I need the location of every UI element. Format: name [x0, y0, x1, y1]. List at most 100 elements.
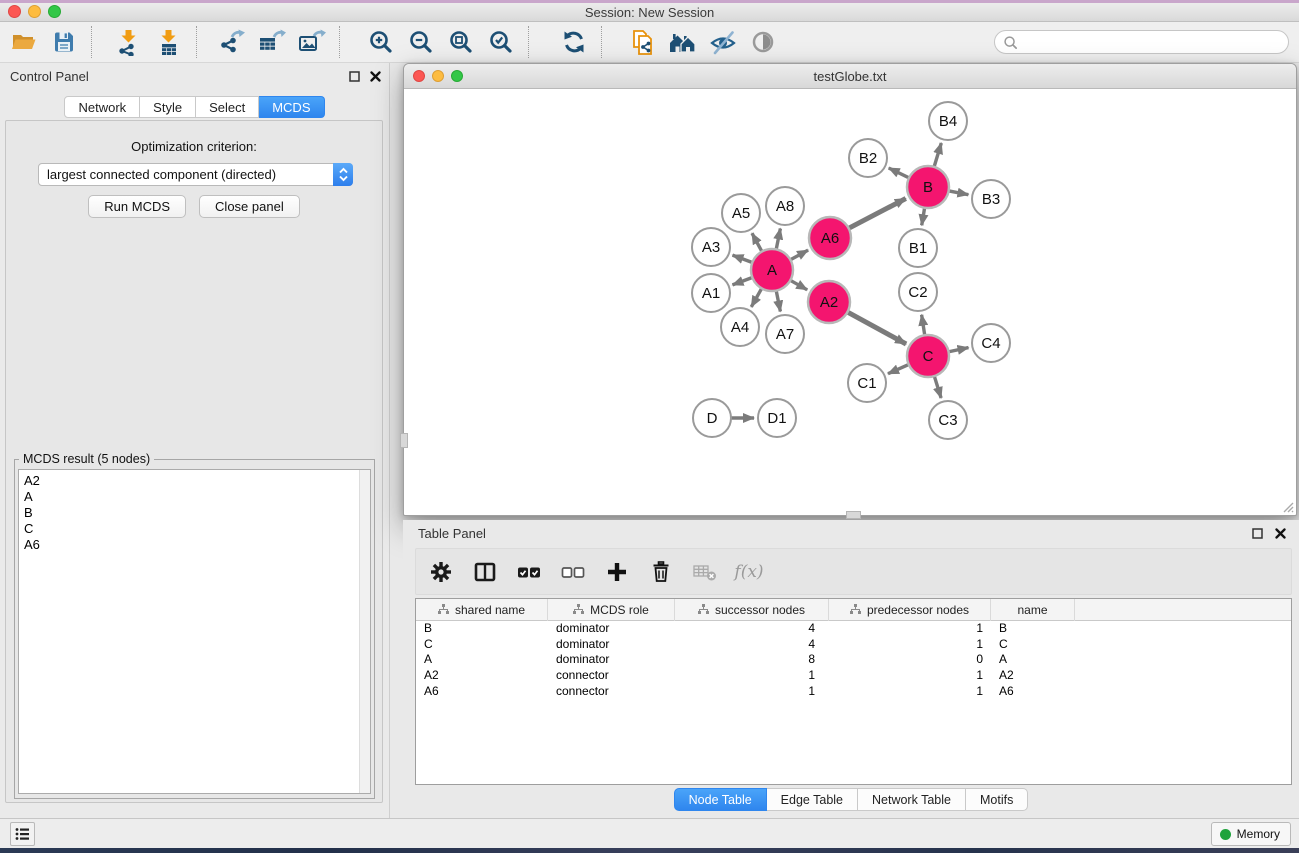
graph-edge-A-A3[interactable] [733, 255, 754, 263]
column-header-name[interactable]: name [991, 599, 1075, 621]
first-neighbors-icon[interactable] [663, 24, 703, 60]
search-input[interactable] [1018, 33, 1288, 51]
graph-node-A4[interactable]: A4 [721, 308, 759, 346]
graph-edge-B-B1[interactable] [922, 207, 925, 226]
save-session-icon[interactable] [44, 24, 84, 60]
graph-edge-A-A4[interactable] [751, 287, 762, 307]
table-row[interactable]: A2connector11A2 [416, 668, 1291, 684]
table-cell[interactable]: C [416, 637, 548, 653]
network-canvas[interactable]: B4B2BB3A5A8A6A3B1AA1C2A2A4A7C4CC1C3DD1 [404, 89, 1296, 509]
graph-edge-A-A5[interactable] [752, 233, 762, 252]
deselect-all-icon[interactable] [558, 555, 588, 589]
graph-edge-B-B2[interactable] [889, 168, 910, 178]
graph-edge-C-C2[interactable] [922, 315, 925, 337]
float-table-panel-icon[interactable] [1252, 528, 1263, 539]
mcds-result-item[interactable]: A [19, 489, 370, 505]
export-image-icon[interactable] [292, 24, 332, 60]
tab-node-table[interactable]: Node Table [674, 788, 767, 811]
import-network-icon[interactable] [109, 24, 149, 60]
graph-edge-B-B3[interactable] [948, 191, 969, 195]
graph-node-A7[interactable]: A7 [766, 315, 804, 353]
graph-node-B[interactable]: B [907, 166, 949, 208]
table-cell[interactable]: A [416, 652, 548, 668]
table-cell[interactable]: 1 [829, 684, 991, 700]
table-cell[interactable]: connector [548, 668, 675, 684]
table-cell[interactable]: A6 [991, 684, 1075, 700]
graph-edge-C-C4[interactable] [948, 348, 969, 352]
refresh-layout-icon[interactable] [554, 24, 594, 60]
zoom-in-icon[interactable] [361, 24, 401, 60]
table-cell[interactable]: dominator [548, 652, 675, 668]
run-mcds-button[interactable]: Run MCDS [88, 195, 186, 218]
table-row[interactable]: A6connector11A6 [416, 684, 1291, 700]
mcds-result-item[interactable]: B [19, 505, 370, 521]
table-cell[interactable]: 1 [675, 668, 829, 684]
table-cell[interactable]: A6 [416, 684, 548, 700]
tab-mcds[interactable]: MCDS [259, 96, 324, 118]
table-cell[interactable]: C [991, 637, 1075, 653]
network-window-titlebar[interactable]: testGlobe.txt [404, 64, 1296, 89]
memory-button[interactable]: Memory [1211, 822, 1291, 846]
show-task-history-button[interactable] [10, 822, 35, 846]
column-header-predecessor-nodes[interactable]: predecessor nodes [829, 599, 991, 621]
graph-node-C[interactable]: C [907, 335, 949, 377]
graph-node-B2[interactable]: B2 [849, 139, 887, 177]
graph-edge-A-A2[interactable] [789, 280, 807, 290]
graph-edge-A-A6[interactable] [790, 250, 809, 260]
export-network-icon[interactable] [212, 24, 252, 60]
table-row[interactable]: Bdominator41B [416, 621, 1291, 637]
zoom-fit-icon[interactable] [441, 24, 481, 60]
select-all-icon[interactable] [514, 555, 544, 589]
table-row[interactable]: Adominator80A [416, 652, 1291, 668]
graph-edge-A2-C[interactable] [847, 312, 907, 344]
graph-edge-C-C3[interactable] [934, 375, 941, 398]
column-view-icon[interactable] [470, 555, 500, 589]
table-cell[interactable]: A [991, 652, 1075, 668]
horizontal-splitter-handle[interactable] [846, 511, 861, 519]
float-panel-icon[interactable] [349, 71, 360, 82]
graph-node-A8[interactable]: A8 [766, 187, 804, 225]
delete-column-icon[interactable] [646, 555, 676, 589]
table-cell[interactable]: A2 [416, 668, 548, 684]
table-cell[interactable]: 1 [829, 637, 991, 653]
close-panel-icon[interactable] [370, 71, 381, 82]
criterion-select[interactable]: largest connected component (directed) [38, 163, 353, 186]
add-column-icon[interactable] [602, 555, 632, 589]
graph-node-A[interactable]: A [751, 249, 793, 291]
table-cell[interactable]: dominator [548, 637, 675, 653]
mcds-result-item[interactable]: A6 [19, 537, 370, 553]
graph-node-D[interactable]: D [693, 399, 731, 437]
graph-node-A1[interactable]: A1 [692, 274, 730, 312]
table-cell[interactable]: B [416, 621, 548, 637]
table-cell[interactable]: 1 [675, 684, 829, 700]
delete-table-icon[interactable] [690, 555, 720, 589]
graph-node-A2[interactable]: A2 [808, 281, 850, 323]
show-all-icon[interactable] [743, 24, 783, 60]
table-cell[interactable]: 4 [675, 621, 829, 637]
table-cell[interactable]: 8 [675, 652, 829, 668]
column-header-shared-name[interactable]: shared name [416, 599, 548, 621]
zoom-out-icon[interactable] [401, 24, 441, 60]
import-table-icon[interactable] [149, 24, 189, 60]
table-cell[interactable]: 1 [829, 668, 991, 684]
tab-motifs[interactable]: Motifs [966, 788, 1028, 811]
hide-selected-icon[interactable] [703, 24, 743, 60]
table-cell[interactable]: 4 [675, 637, 829, 653]
table-cell[interactable]: dominator [548, 621, 675, 637]
graph-node-C2[interactable]: C2 [899, 273, 937, 311]
graph-node-C1[interactable]: C1 [848, 364, 886, 402]
export-table-icon[interactable] [252, 24, 292, 60]
settings-gear-icon[interactable] [426, 555, 456, 589]
tab-network[interactable]: Network [64, 96, 140, 118]
close-panel-button[interactable]: Close panel [199, 195, 300, 218]
graph-node-B1[interactable]: B1 [899, 229, 937, 267]
close-table-panel-icon[interactable] [1275, 528, 1286, 539]
window-resize-grip[interactable] [1280, 499, 1294, 513]
graph-edge-C-C1[interactable] [888, 364, 910, 374]
mcds-result-item[interactable]: C [19, 521, 370, 537]
function-builder-icon[interactable]: f(x) [734, 555, 764, 589]
graph-node-C4[interactable]: C4 [972, 324, 1010, 362]
graph-edge-B-B4[interactable] [934, 143, 942, 168]
column-header-MCDS-role[interactable]: MCDS role [548, 599, 675, 621]
graph-node-B4[interactable]: B4 [929, 102, 967, 140]
